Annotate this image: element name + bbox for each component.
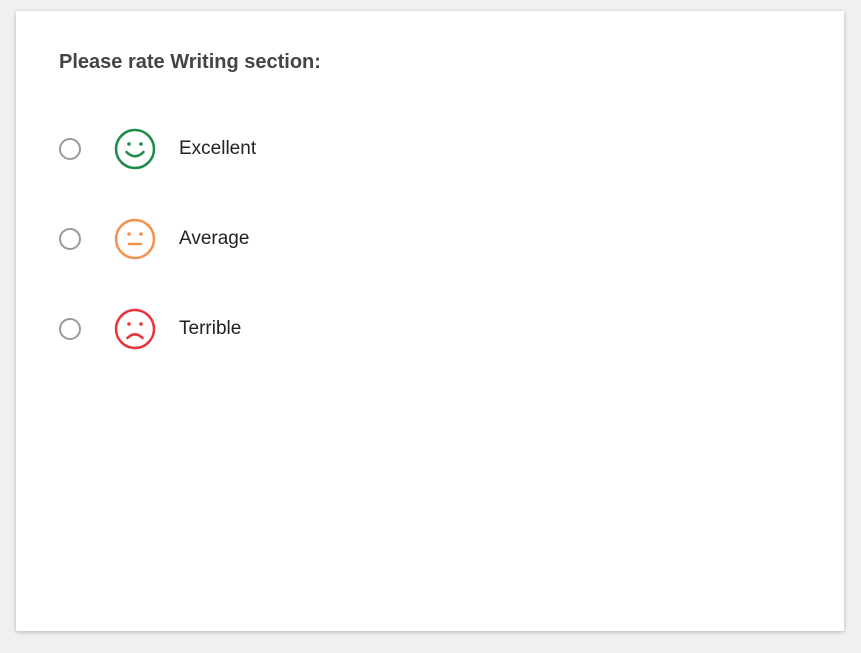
option-label: Average: [179, 228, 250, 249]
option-label: Terrible: [179, 318, 242, 339]
happy-face-icon: [114, 128, 156, 170]
option-excellent[interactable]: Excellent: [59, 128, 256, 170]
radio-average[interactable]: [59, 228, 81, 250]
rating-card: Please rate Writing section: Excellent A…: [16, 11, 844, 631]
question-title: Please rate Writing section:: [59, 51, 321, 73]
neutral-face-icon: [114, 218, 156, 260]
radio-excellent[interactable]: [59, 138, 81, 160]
radio-terrible[interactable]: [59, 318, 81, 340]
option-label: Excellent: [179, 138, 257, 159]
rating-options: Excellent Average Terrible: [59, 128, 256, 398]
sad-face-icon: [114, 308, 156, 350]
option-average[interactable]: Average: [59, 218, 256, 260]
option-terrible[interactable]: Terrible: [59, 308, 256, 350]
